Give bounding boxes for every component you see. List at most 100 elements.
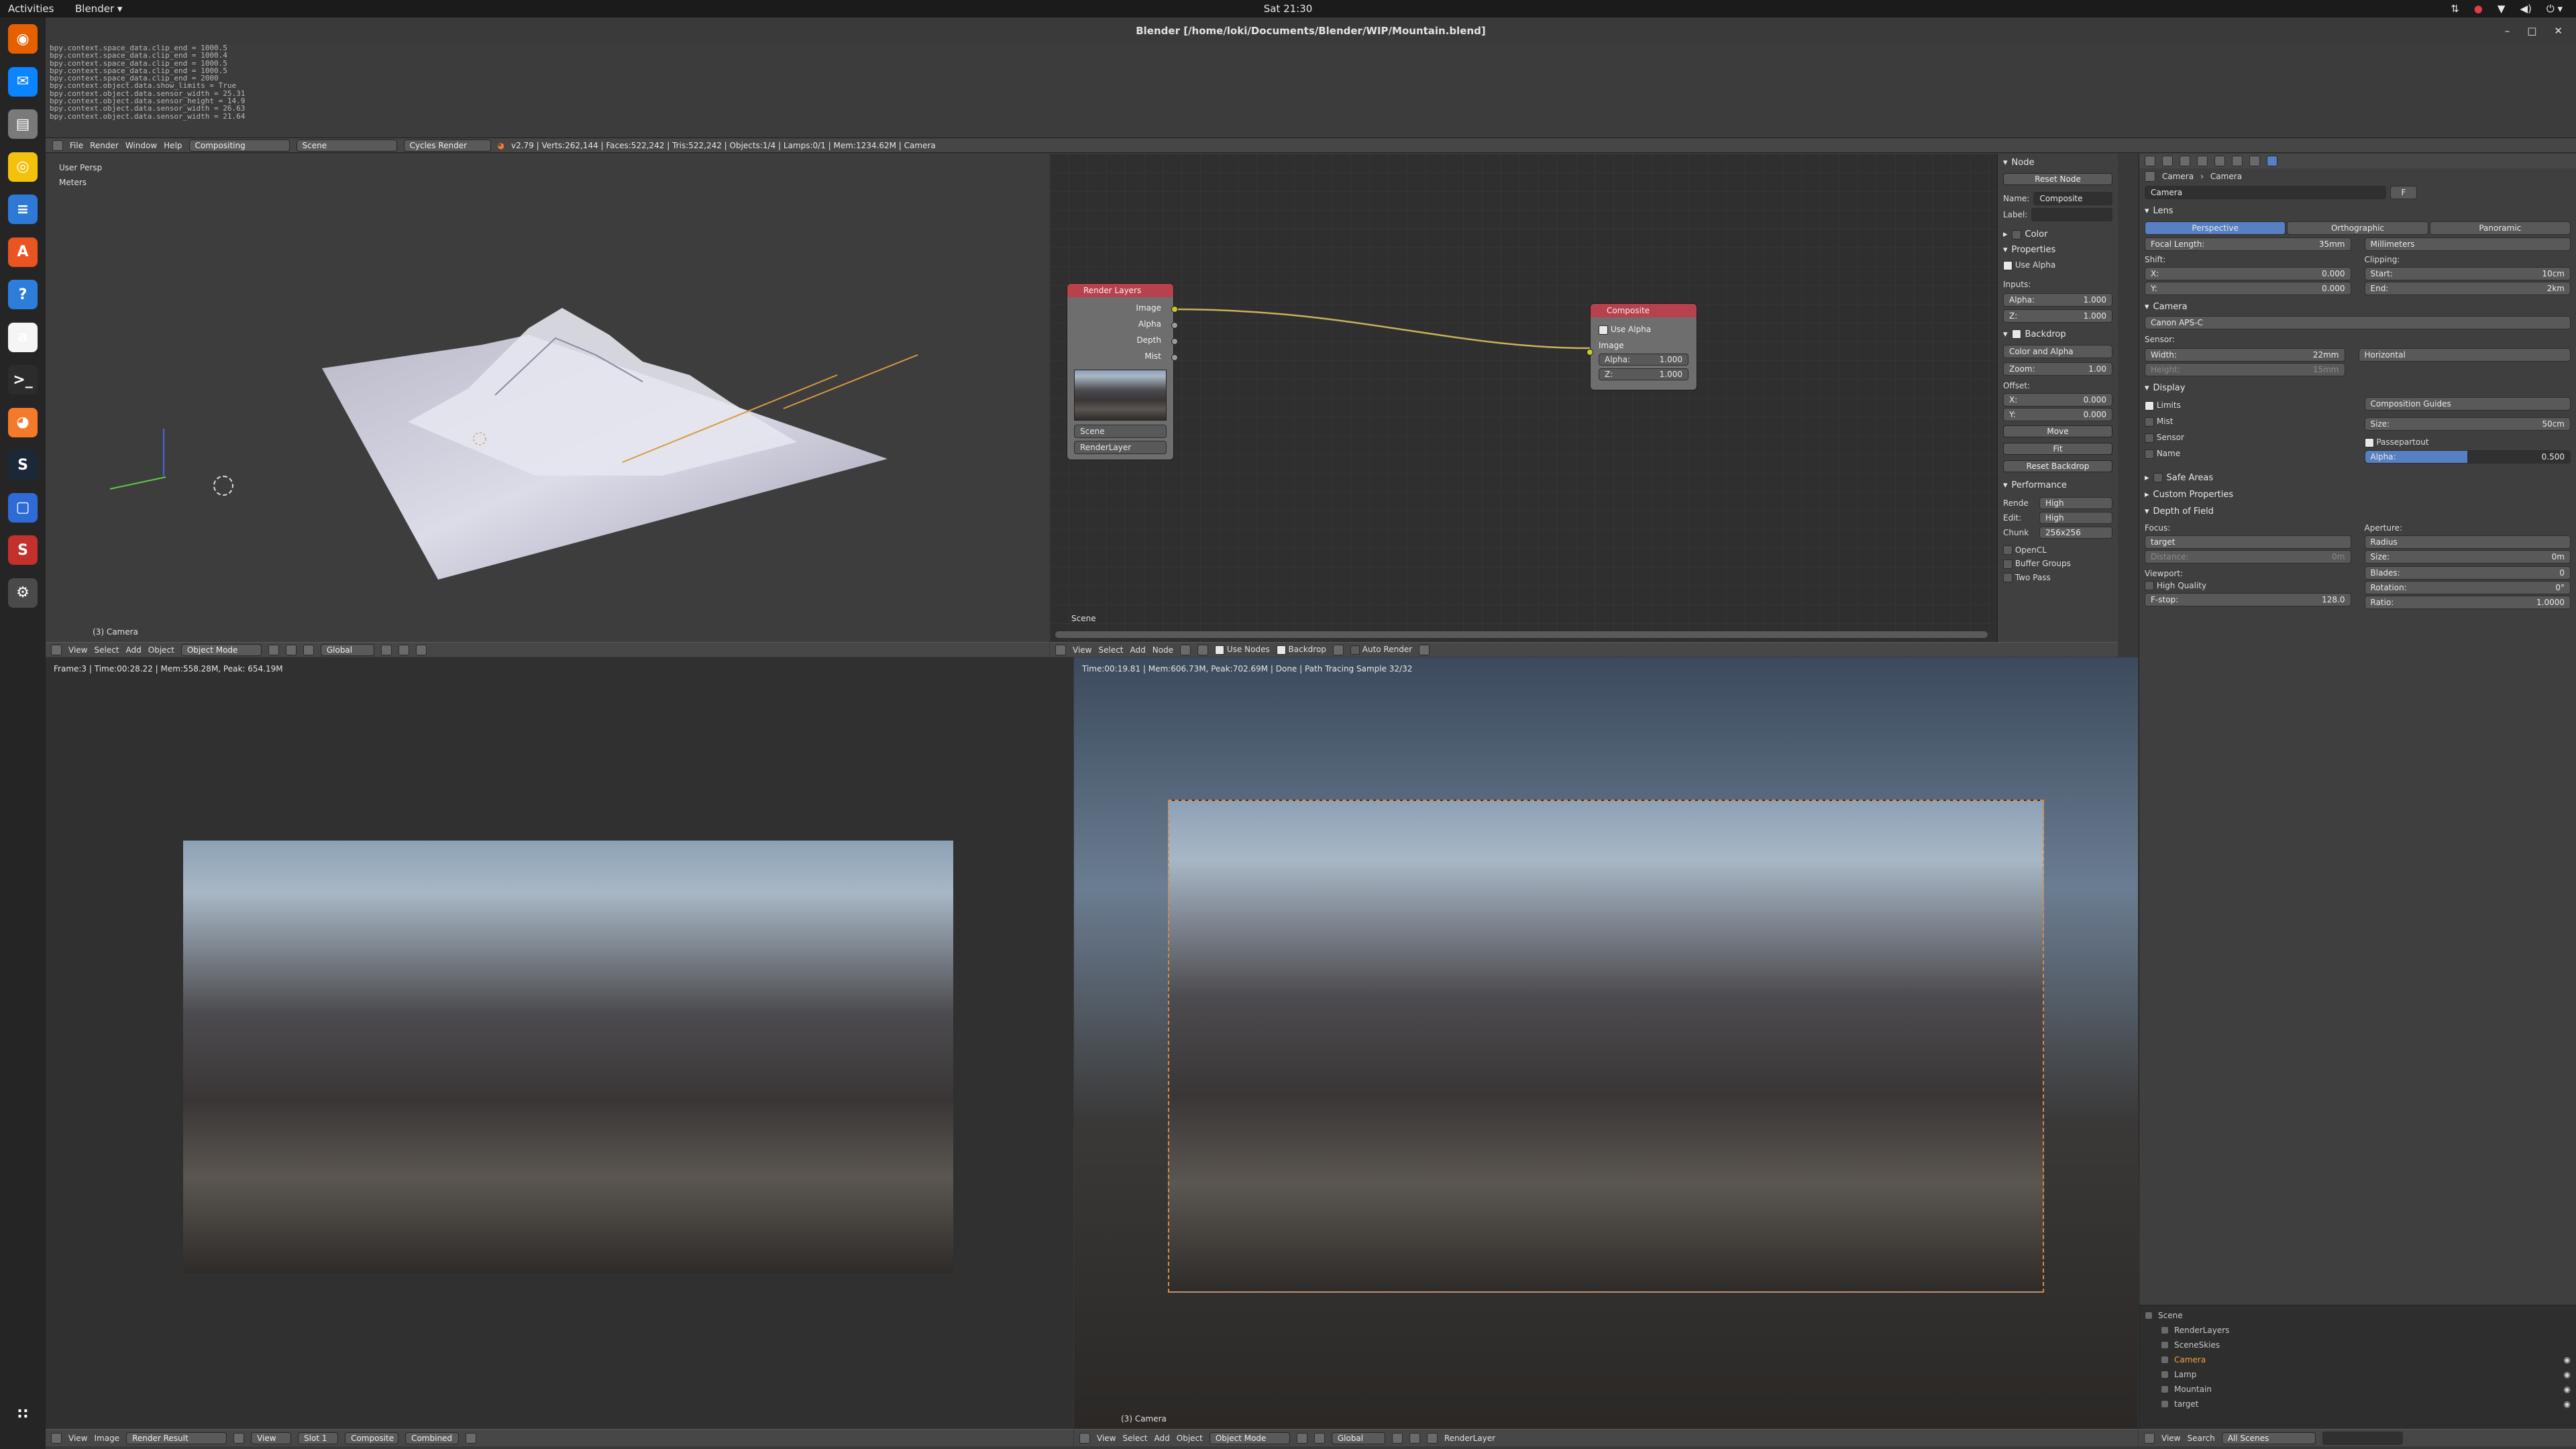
- mist-socket[interactable]: [1171, 354, 1178, 361]
- info-log[interactable]: bpy.context.space_data.clip_end = 1000.5…: [46, 44, 2576, 138]
- high-quality-checkbox[interactable]: High Quality: [2145, 581, 2351, 590]
- backdrop-toggle[interactable]: Backdrop: [1276, 645, 1326, 655]
- fake-user-button[interactable]: F: [2390, 186, 2417, 199]
- snap-icon[interactable]: [1419, 644, 1430, 655]
- layers-tab-icon[interactable]: [2180, 156, 2190, 166]
- composite-title[interactable]: Composite: [1591, 304, 1697, 317]
- node-editor[interactable]: Render Layers Image Alpha Depth Mist Sce…: [1050, 154, 1997, 642]
- edit-quality-select[interactable]: High: [2039, 511, 2112, 524]
- thunderbird-icon[interactable]: ✉: [8, 66, 38, 97]
- render-layers-node[interactable]: Render Layers Image Alpha Depth Mist Sce…: [1067, 283, 1178, 460]
- scene-select[interactable]: Scene: [296, 139, 397, 152]
- editor-type-icon[interactable]: [2145, 156, 2155, 166]
- display-size-field[interactable]: Size: 50cm: [2364, 417, 2571, 431]
- menu-view[interactable]: View: [1073, 645, 1091, 655]
- rotation-field[interactable]: Rotation: 0°: [2364, 580, 2571, 594]
- lens-unit-select[interactable]: Millimeters: [2364, 237, 2571, 251]
- 3d-viewport[interactable]: User Persp Meters (3) Camera: [46, 154, 1049, 642]
- safe-areas-panel-header[interactable]: ▸ Safe Areas: [2145, 473, 2571, 483]
- menu-object[interactable]: Object: [148, 645, 174, 655]
- editor-type-icon[interactable]: [52, 140, 63, 151]
- mist-checkbox[interactable]: Mist: [2145, 413, 2351, 429]
- channels-icon[interactable]: [1332, 644, 1344, 655]
- reset-backdrop-button[interactable]: Reset Backdrop: [2003, 460, 2112, 472]
- focus-object-field[interactable]: target: [2145, 535, 2351, 549]
- shading-icon[interactable]: [268, 644, 279, 655]
- lens-perspective-tab[interactable]: Perspective: [2145, 221, 2286, 235]
- aperture-type-select[interactable]: Radius: [2364, 535, 2571, 549]
- manipulator-icon[interactable]: [303, 644, 314, 655]
- menu-add[interactable]: Add: [1130, 645, 1146, 655]
- editor-type-icon[interactable]: [1079, 1432, 1090, 1444]
- zoom-field[interactable]: Zoom: 1.00: [2003, 362, 2112, 376]
- pivot-icon[interactable]: [285, 644, 297, 655]
- custom-properties-panel-header[interactable]: ▸ Custom Properties: [2145, 490, 2571, 500]
- properties-panel-header[interactable]: ▾ Properties: [2003, 245, 2112, 255]
- focal-length-field[interactable]: Focal Length: 35mm: [2145, 237, 2351, 251]
- app-menu[interactable]: Blender ▾: [75, 3, 122, 15]
- outliner-item[interactable]: Mountain ◉: [2145, 1382, 2571, 1397]
- scene-tab-icon[interactable]: [2197, 156, 2208, 166]
- menu-file[interactable]: File: [70, 141, 83, 150]
- pass-select[interactable]: Combined: [405, 1432, 460, 1444]
- use-nodes-toggle[interactable]: Use Nodes: [1215, 645, 1270, 655]
- files-icon[interactable]: ▤: [8, 109, 38, 139]
- virtualbox-icon[interactable]: ▢: [8, 492, 38, 523]
- sensor-fit-select[interactable]: Horizontal: [2358, 348, 2571, 362]
- outliner-item[interactable]: target ◉: [2145, 1397, 2571, 1411]
- scene-field[interactable]: Scene: [1074, 425, 1167, 438]
- world-tab-icon[interactable]: [2214, 156, 2225, 166]
- ratio-field[interactable]: Ratio: 1.0000: [2364, 595, 2571, 609]
- reset-node-button[interactable]: Reset Node: [2003, 173, 2112, 185]
- alpha-socket[interactable]: [1171, 322, 1178, 329]
- render-preview-icon[interactable]: [415, 644, 427, 655]
- render-engine-select[interactable]: Cycles Render: [403, 139, 491, 152]
- outliner-item[interactable]: RenderLayers: [2145, 1323, 2571, 1338]
- pin-icon[interactable]: [2145, 171, 2155, 182]
- breadcrumb-data[interactable]: Camera: [2210, 172, 2242, 181]
- notification-icon[interactable]: ●: [2474, 3, 2483, 15]
- z-input[interactable]: Z: 1.000: [1599, 368, 1688, 380]
- menu-search[interactable]: Search: [2187, 1434, 2214, 1443]
- layers-icon[interactable]: [380, 644, 392, 655]
- two-pass-checkbox[interactable]: Two Pass: [2003, 573, 2112, 582]
- offset-y-field[interactable]: Y: 0.000: [2003, 407, 2112, 421]
- close-button[interactable]: ✕: [2554, 25, 2563, 37]
- 3d-cursor[interactable]: [213, 476, 233, 496]
- render-layer-name[interactable]: RenderLayer: [1444, 1434, 1495, 1443]
- pivot-icon[interactable]: [1313, 1432, 1325, 1444]
- camera-preset-select[interactable]: Canon APS-C: [2145, 316, 2571, 329]
- channels-icon[interactable]: [466, 1432, 477, 1444]
- menu-view[interactable]: View: [2161, 1434, 2180, 1443]
- sensor-height-field[interactable]: Height: 15mm: [2145, 363, 2345, 376]
- image-socket[interactable]: [1171, 306, 1178, 313]
- outliner-item[interactable]: SceneSkies: [2145, 1338, 2571, 1352]
- backdrop-channels-select[interactable]: Color and Alpha: [2003, 344, 2112, 358]
- node-label-field[interactable]: [2031, 208, 2112, 221]
- node-name-field[interactable]: Composite: [2033, 192, 2112, 205]
- snap-icon[interactable]: [1409, 1432, 1420, 1444]
- network-icon[interactable]: ⇅: [2451, 3, 2459, 15]
- editor-type-icon[interactable]: [51, 644, 62, 655]
- gizmo-y-axis[interactable]: [109, 476, 166, 490]
- activities-button[interactable]: Activities: [8, 3, 62, 15]
- editor-type-icon[interactable]: [1055, 644, 1066, 655]
- alpha-input[interactable]: Alpha: 1.000: [1599, 354, 1688, 366]
- name-checkbox[interactable]: Name: [2145, 445, 2351, 462]
- terrain-mesh[interactable]: [247, 274, 985, 583]
- firefox-icon[interactable]: ◉: [8, 24, 38, 54]
- sensor-width-field[interactable]: Width: 22mm: [2145, 348, 2345, 362]
- menu-help[interactable]: Help: [164, 141, 182, 150]
- system-tray[interactable]: ⇅ ● ▼ ◀) ⏻ ▾: [2451, 3, 2563, 15]
- rhythmbox-icon[interactable]: ◎: [8, 152, 38, 182]
- steam-icon-2[interactable]: S: [8, 535, 38, 565]
- maximize-button[interactable]: □: [2527, 25, 2536, 37]
- render-layer-icon[interactable]: [1426, 1432, 1438, 1444]
- clip-end-field[interactable]: End: 2km: [2364, 282, 2571, 295]
- visibility-eye-icon[interactable]: ◉: [2564, 1385, 2571, 1394]
- menu-view[interactable]: View: [68, 645, 87, 655]
- fstop-field[interactable]: F-stop: 128.0: [2145, 593, 2351, 606]
- outliner[interactable]: Scene RenderLayers SceneSkies Camera ◉ Lamp ◉ M…: [2139, 1305, 2576, 1429]
- z-field[interactable]: Z: 1.000: [2003, 309, 2112, 323]
- wifi-icon[interactable]: ▼: [2498, 3, 2506, 15]
